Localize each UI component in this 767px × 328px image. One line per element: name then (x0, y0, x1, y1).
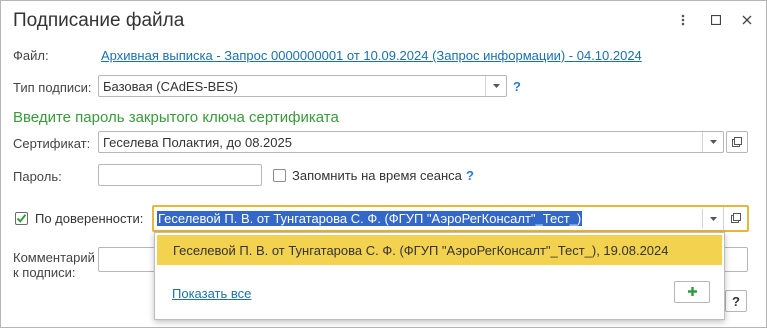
chevron-down-icon[interactable] (702, 209, 723, 228)
proxy-select[interactable]: Геселевой П. В. от Тунгатарова С. Ф. (ФГ… (152, 205, 749, 232)
proxy-dropdown: Геселевой П. В. от Тунгатарова С. Ф. (ФГ… (154, 232, 725, 320)
remember-help-icon[interactable]: ? (466, 168, 474, 183)
sign-file-dialog: Подписание файла Файл: Архивная выписка … (0, 0, 767, 328)
open-proxy-button[interactable] (723, 207, 747, 230)
add-button[interactable] (674, 281, 710, 303)
dialog-title: Подписание файла (13, 10, 185, 31)
certificate-select[interactable]: Геселева Полактия, до 08.2025 (98, 131, 724, 153)
sign-type-help-icon[interactable]: ? (513, 79, 521, 94)
show-all-link[interactable]: Показать все (172, 286, 251, 301)
open-icon (730, 211, 741, 226)
sign-type-value: Базовая (CAdES-BES) (103, 79, 238, 94)
sign-type-label: Тип подписи: (13, 80, 92, 95)
file-link[interactable]: Архивная выписка - Запрос 0000000001 от … (101, 48, 642, 63)
certificate-label: Сертификат: (13, 136, 91, 151)
help-button-label: ? (732, 293, 740, 309)
open-icon (732, 135, 742, 150)
open-certificate-button[interactable] (726, 131, 748, 153)
proxy-label: По доверенности: (35, 211, 144, 226)
chevron-down-icon[interactable] (702, 132, 723, 152)
dropdown-item-label: Геселевой П. В. от Тунгатарова С. Ф. (ФГ… (173, 243, 669, 258)
remember-checkbox[interactable] (273, 169, 286, 182)
password-heading: Введите пароль закрытого ключа сертифика… (13, 109, 339, 126)
password-field[interactable] (98, 164, 262, 186)
more-vertical-icon[interactable] (674, 11, 692, 29)
plus-icon (687, 285, 698, 300)
comment-label-line1: Комментарий (13, 250, 95, 265)
file-label: Файл: (13, 48, 49, 63)
password-label: Пароль: (13, 169, 62, 184)
maximize-icon[interactable] (707, 11, 725, 29)
proxy-checkbox[interactable] (15, 212, 28, 225)
proxy-value: Геселевой П. В. от Тунгатарова С. Ф. (ФГ… (157, 211, 583, 226)
dropdown-item[interactable]: Геселевой П. В. от Тунгатарова С. Ф. (ФГ… (157, 235, 722, 265)
certificate-value: Геселева Полактия, до 08.2025 (103, 135, 292, 150)
close-icon[interactable] (738, 11, 756, 29)
remember-label: Запомнить на время сеанса (292, 168, 462, 183)
sign-type-select[interactable]: Базовая (CAdES-BES) (98, 75, 507, 97)
help-button[interactable]: ? (725, 290, 747, 312)
chevron-down-icon[interactable] (485, 76, 506, 96)
comment-label-line2: к подписи: (13, 265, 76, 280)
